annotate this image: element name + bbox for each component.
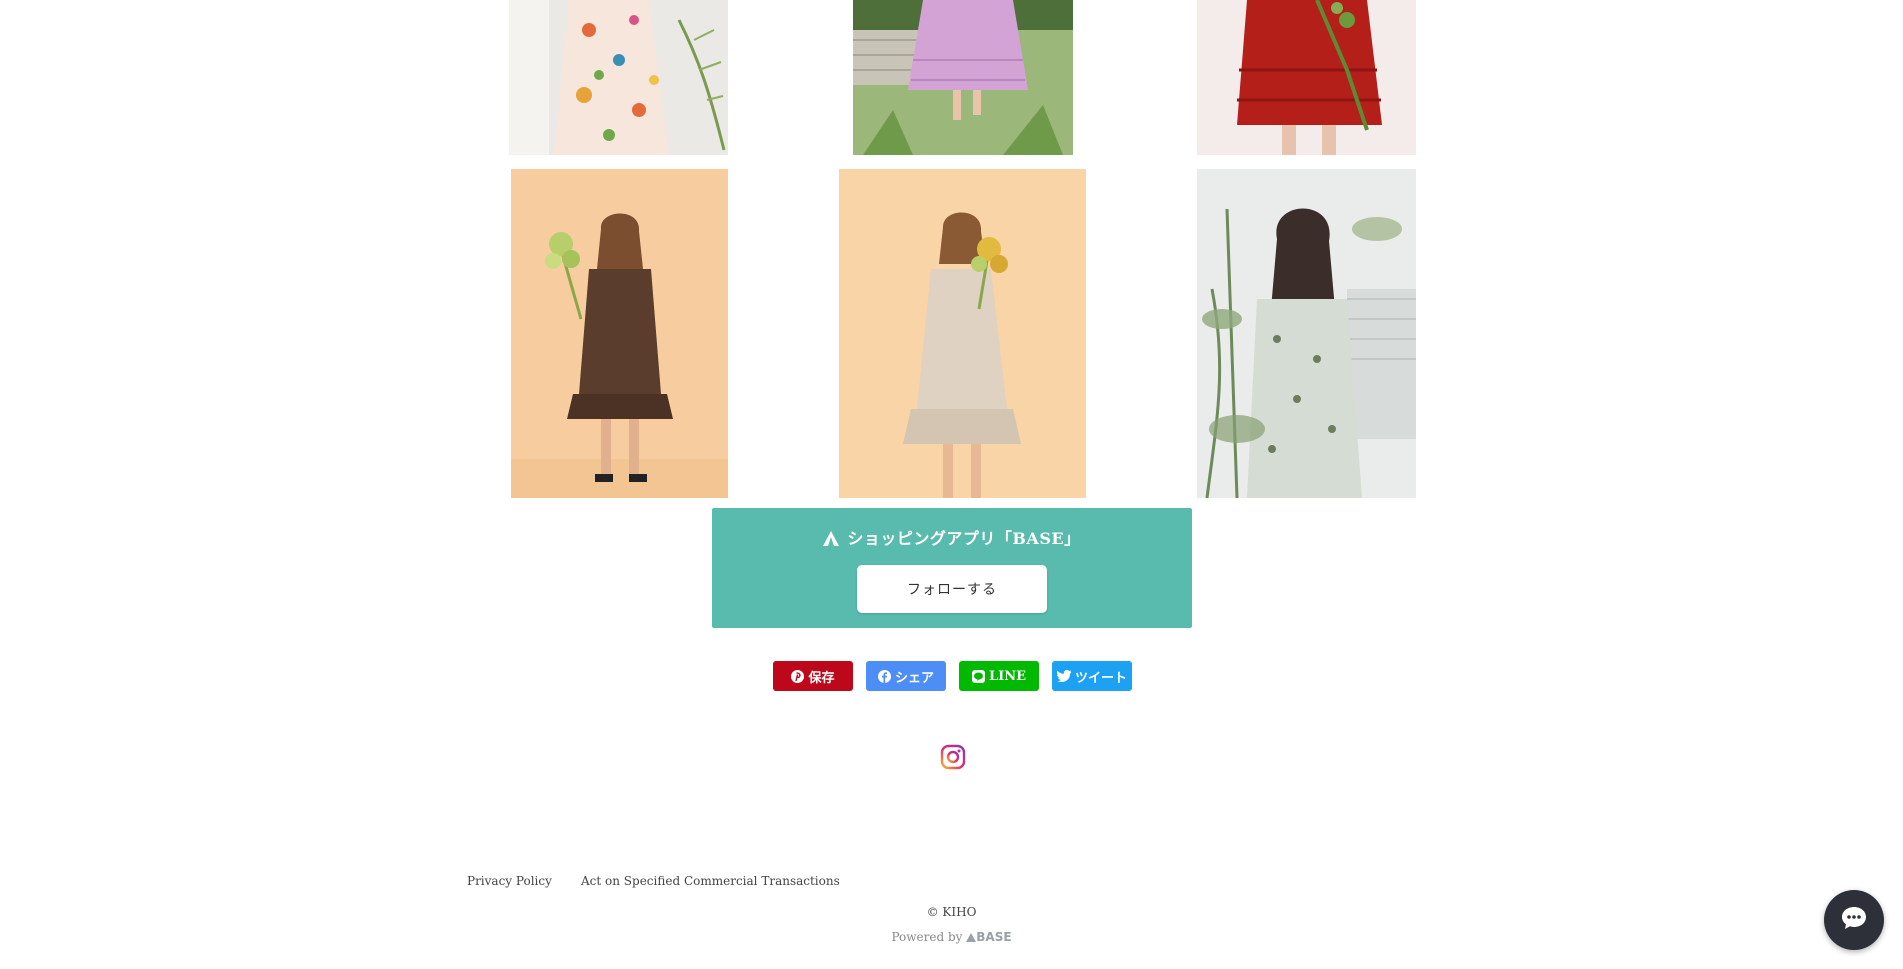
chat-bubble-icon [1841,906,1867,934]
product-image-brown-ruffle-dress[interactable] [511,169,728,498]
product-image-beige-ruffle-dress[interactable] [839,169,1086,498]
pinterest-label: 保存 [808,670,835,686]
line-label: LINE [988,668,1026,684]
base-logo[interactable]: BASE [966,930,1012,944]
product-image-floral-print-blouse[interactable] [1197,169,1416,498]
facebook-label: シェア [894,670,934,686]
product-image-lilac-tiered-skirt[interactable] [853,0,1073,155]
chat-button[interactable] [1824,890,1884,950]
instagram-icon[interactable] [940,744,966,770]
copyright: © KIHO [926,905,977,919]
facebook-icon [877,669,891,683]
twitter-icon [1056,670,1071,682]
base-logo-text: BASE [976,930,1012,944]
base-tent-icon [823,531,840,550]
app-banner-title: ショッピングアプリ「BASE」 [712,525,1192,550]
app-banner-title-text: ショッピングアプリ「BASE」 [847,529,1081,548]
pinterest-save-button[interactable]: 保存 [773,661,853,691]
pinterest-icon [791,669,805,683]
base-app-banner: ショッピングアプリ「BASE」 フォローする [712,508,1192,628]
powered-by-text: Powered by [891,930,963,944]
twitter-tweet-button[interactable]: ツイート [1052,661,1132,691]
follow-button[interactable]: フォローする [857,565,1047,613]
commercial-transactions-link[interactable]: Act on Specified Commercial Transactions [581,874,840,888]
powered-by: Powered by BASE [0,930,1903,944]
line-share-button[interactable]: LINE [959,661,1039,691]
privacy-policy-link[interactable]: Privacy Policy [467,874,552,888]
twitter-label: ツイート [1074,670,1127,686]
product-image-floral-maxi-dress[interactable] [509,0,728,155]
product-image-red-ruffle-top[interactable] [1197,0,1416,155]
line-icon [971,669,985,683]
facebook-share-button[interactable]: シェア [866,661,946,691]
